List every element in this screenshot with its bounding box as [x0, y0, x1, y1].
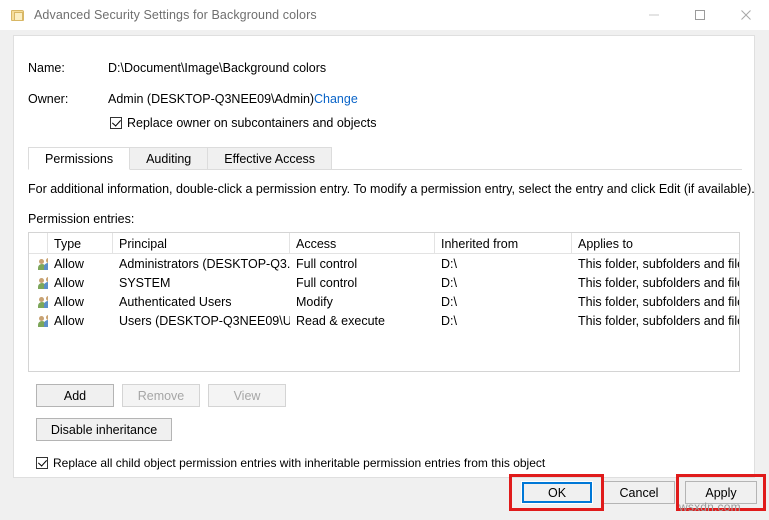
cell-applies-to: This folder, subfolders and files [572, 292, 739, 311]
ok-button[interactable]: OK [521, 481, 593, 504]
view-button: View [208, 384, 286, 407]
column-header-principal[interactable]: Principal [113, 233, 290, 254]
cell-principal: SYSTEM [113, 273, 290, 292]
column-header-type[interactable]: Type [48, 233, 113, 254]
name-label: Name: [28, 61, 65, 75]
table-row[interactable]: Allow Authenticated Users Modify D:\ Thi… [29, 292, 739, 311]
users-group-icon [29, 254, 48, 273]
replace-owner-checkbox[interactable]: Replace owner on subcontainers and objec… [110, 116, 376, 130]
window-controls [631, 0, 769, 30]
content-panel: Name: D:\Document\Image\Background color… [13, 35, 755, 478]
users-group-icon [29, 311, 48, 330]
cell-inherited-from: D:\ [435, 292, 572, 311]
replace-all-child-label: Replace all child object permission entr… [53, 456, 545, 470]
owner-value: Admin (DESKTOP-Q3NEE09\Admin) [108, 92, 314, 106]
replace-all-child-checkbox[interactable]: Replace all child object permission entr… [36, 456, 545, 470]
cell-type: Allow [48, 311, 113, 330]
owner-label: Owner: [28, 92, 68, 106]
cell-type: Allow [48, 254, 113, 273]
column-header-access[interactable]: Access [290, 233, 435, 254]
cell-access: Full control [290, 273, 435, 292]
change-owner-link[interactable]: Change [314, 92, 358, 106]
maximize-icon[interactable] [677, 0, 723, 30]
remove-button: Remove [122, 384, 200, 407]
folder-icon [11, 9, 25, 22]
cancel-button[interactable]: Cancel [603, 481, 675, 504]
table-row[interactable]: Allow Users (DESKTOP-Q3NEE09\Us... Read … [29, 311, 739, 330]
table-row[interactable]: Allow Administrators (DESKTOP-Q3... Full… [29, 254, 739, 273]
tab-permissions[interactable]: Permissions [28, 147, 130, 170]
permission-entries-label: Permission entries: [28, 212, 134, 226]
cell-principal: Authenticated Users [113, 292, 290, 311]
tab-strip: Permissions Auditing Effective Access [28, 146, 742, 170]
cell-access: Full control [290, 254, 435, 273]
column-header-icon[interactable] [29, 233, 48, 254]
cell-principal: Administrators (DESKTOP-Q3... [113, 254, 290, 273]
cell-principal: Users (DESKTOP-Q3NEE09\Us... [113, 311, 290, 330]
cell-applies-to: This folder, subfolders and files [572, 311, 739, 330]
replace-owner-label: Replace owner on subcontainers and objec… [127, 116, 376, 130]
disable-inheritance-button[interactable]: Disable inheritance [36, 418, 172, 441]
permission-entries-list[interactable]: Type Principal Access Inherited from App… [28, 232, 740, 372]
window-body: Name: D:\Document\Image\Background color… [0, 30, 769, 520]
cell-access: Read & execute [290, 311, 435, 330]
cell-type: Allow [48, 292, 113, 311]
title-bar: Advanced Security Settings for Backgroun… [0, 0, 769, 31]
table-row[interactable]: Allow SYSTEM Full control D:\ This folde… [29, 273, 739, 292]
cell-inherited-from: D:\ [435, 311, 572, 330]
cell-access: Modify [290, 292, 435, 311]
info-text: For additional information, double-click… [28, 182, 755, 196]
watermark: wsxdn.com [679, 500, 741, 514]
cell-type: Allow [48, 273, 113, 292]
tab-effective-access[interactable]: Effective Access [207, 147, 332, 169]
minimize-icon[interactable] [631, 0, 677, 30]
cell-applies-to: This folder, subfolders and files [572, 254, 739, 273]
cell-inherited-from: D:\ [435, 273, 572, 292]
users-group-icon [29, 292, 48, 311]
table-header-row: Type Principal Access Inherited from App… [29, 233, 739, 254]
column-header-inherited-from[interactable]: Inherited from [435, 233, 572, 254]
checkbox-box[interactable] [110, 117, 122, 129]
cell-applies-to: This folder, subfolders and files [572, 273, 739, 292]
tab-auditing[interactable]: Auditing [129, 147, 208, 169]
name-value: D:\Document\Image\Background colors [108, 61, 326, 75]
add-button[interactable]: Add [36, 384, 114, 407]
column-header-applies-to[interactable]: Applies to [572, 233, 739, 254]
close-icon[interactable] [723, 0, 769, 30]
users-group-icon [29, 273, 48, 292]
checkbox-box[interactable] [36, 457, 48, 469]
window-title: Advanced Security Settings for Backgroun… [34, 8, 317, 22]
cell-inherited-from: D:\ [435, 254, 572, 273]
